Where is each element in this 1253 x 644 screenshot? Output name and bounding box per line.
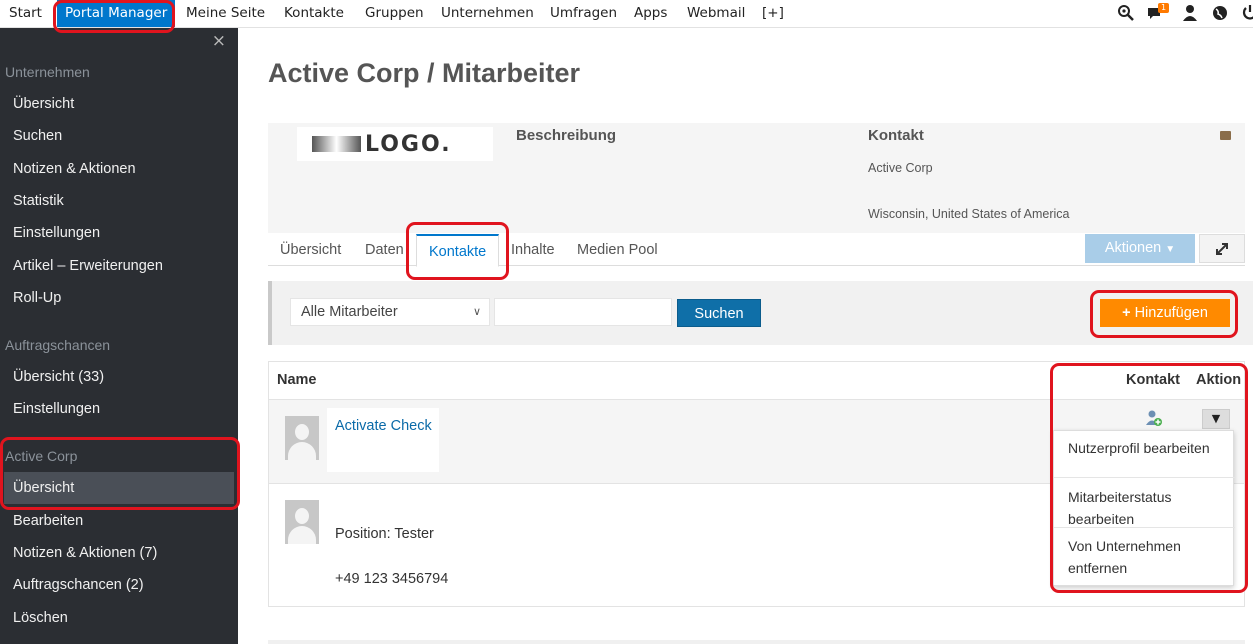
sidebar-item-einstellungen[interactable]: Einstellungen bbox=[0, 217, 238, 249]
actions-label: Aktionen bbox=[1104, 240, 1162, 256]
sidebar-item-suchen[interactable]: Suchen bbox=[0, 120, 238, 152]
notification-badge: 1 bbox=[1158, 3, 1170, 13]
actions-button[interactable]: Aktionen ▼ bbox=[1085, 234, 1195, 263]
bottom-panel bbox=[268, 640, 1245, 644]
column-aktion: Aktion bbox=[1196, 372, 1242, 388]
expand-icon bbox=[1216, 243, 1228, 255]
tab-medien-pool[interactable]: Medien Pool bbox=[577, 242, 658, 258]
nav-portal-manager[interactable]: Portal Manager bbox=[57, 0, 176, 27]
nav-kontakte[interactable]: Kontakte bbox=[284, 0, 344, 27]
nav-meine-seite[interactable]: Meine Seite bbox=[186, 0, 265, 27]
sidebar-item-corp-auftrag[interactable]: Auftragschancen (2) bbox=[0, 569, 238, 601]
briefcase-icon[interactable] bbox=[1220, 131, 1231, 140]
search-input[interactable] bbox=[494, 298, 672, 326]
expand-button[interactable] bbox=[1199, 234, 1245, 263]
search-button[interactable]: Suchen bbox=[677, 299, 761, 327]
nav-webmail[interactable]: Webmail bbox=[687, 0, 745, 27]
sidebar: × Unternehmen Übersicht Suchen Notizen &… bbox=[0, 28, 238, 644]
chevron-down-icon: ▼ bbox=[1165, 244, 1176, 255]
sidebar-group-active-corp: Active Corp bbox=[5, 448, 78, 464]
column-kontakt: Kontakt bbox=[1126, 372, 1180, 388]
employee-name-link[interactable]: Activate Check bbox=[335, 418, 432, 434]
chevron-down-icon: ▼ bbox=[1211, 412, 1221, 425]
nav-gruppen[interactable]: Gruppen bbox=[365, 0, 424, 27]
tab-bar: Übersicht Daten Kontakte Inhalte Medien … bbox=[268, 234, 1245, 267]
page-title: Active Corp / Mitarbeiter bbox=[268, 58, 581, 88]
tab-inhalte[interactable]: Inhalte bbox=[511, 242, 555, 258]
column-name[interactable]: Name bbox=[277, 372, 317, 388]
sidebar-item-corp-uebersicht[interactable]: Übersicht bbox=[4, 472, 234, 504]
tab-kontakte[interactable]: Kontakte bbox=[416, 234, 500, 267]
sidebar-item-rollup[interactable]: Roll-Up bbox=[0, 282, 238, 314]
sidebar-item-statistik[interactable]: Statistik bbox=[0, 185, 238, 217]
nav-unternehmen[interactable]: Unternehmen bbox=[441, 0, 534, 27]
company-logo: LOGO. bbox=[297, 127, 493, 161]
description-label: Beschreibung bbox=[516, 127, 617, 144]
employee-position: Position: Tester bbox=[335, 526, 434, 542]
add-button[interactable]: + Hinzufügen bbox=[1100, 299, 1230, 327]
avatar bbox=[285, 500, 319, 544]
sidebar-item-corp-notizen[interactable]: Notizen & Aktionen (7) bbox=[0, 537, 238, 569]
sidebar-item-uebersicht[interactable]: Übersicht bbox=[0, 88, 238, 120]
row-action-menu: Nutzerprofil bearbeiten Mitarbeiterstatu… bbox=[1053, 430, 1235, 586]
logo-mark bbox=[312, 136, 361, 152]
sidebar-item-auftrag-uebersicht[interactable]: Übersicht (33) bbox=[0, 361, 238, 393]
menu-item-remove[interactable]: Von Unternehmen entfernen bbox=[1054, 535, 1235, 579]
tab-daten[interactable]: Daten bbox=[365, 242, 404, 258]
add-label: Hinzufügen bbox=[1134, 305, 1208, 321]
sidebar-item-bearbeiten[interactable]: Bearbeiten bbox=[0, 505, 238, 537]
nav-apps[interactable]: Apps bbox=[634, 0, 667, 27]
sidebar-group-auftragschancen: Auftragschancen bbox=[5, 337, 111, 353]
logo-text: LOGO. bbox=[365, 132, 452, 157]
company-profile: LOGO. Beschreibung Kontakt Active Corp W… bbox=[268, 123, 1245, 233]
search-icon[interactable] bbox=[1117, 4, 1135, 22]
tab-uebersicht[interactable]: Übersicht bbox=[280, 242, 341, 258]
name-card: Activate Check bbox=[327, 408, 439, 472]
power-icon[interactable] bbox=[1241, 4, 1253, 22]
table-header: Name Kontakt Aktion bbox=[269, 362, 1244, 400]
employee-phone: +49 123 3456794 bbox=[335, 571, 449, 587]
menu-item-edit-profile[interactable]: Nutzerprofil bearbeiten bbox=[1054, 437, 1235, 459]
row-action-toggle[interactable]: ▼ bbox=[1202, 409, 1230, 429]
employee-filter-value: Alle Mitarbeiter bbox=[301, 304, 398, 320]
chevron-down-icon: ∨ bbox=[472, 306, 481, 318]
sidebar-item-notizen[interactable]: Notizen & Aktionen bbox=[0, 153, 238, 185]
add-contact-icon[interactable] bbox=[1145, 409, 1163, 427]
chat-icon[interactable]: 1 bbox=[1147, 3, 1170, 22]
nav-umfragen[interactable]: Umfragen bbox=[550, 0, 617, 27]
sidebar-item-loeschen[interactable]: Löschen bbox=[0, 602, 238, 634]
nav-start[interactable]: Start bbox=[9, 0, 42, 27]
main-content: Active Corp / Mitarbeiter LOGO. Beschrei… bbox=[238, 28, 1253, 644]
sidebar-group-unternehmen: Unternehmen bbox=[5, 64, 90, 80]
menu-item-edit-status[interactable]: Mitarbeiterstatus bearbeiten bbox=[1054, 486, 1235, 530]
contact-label: Kontakt bbox=[868, 127, 924, 144]
plus-icon: + bbox=[1122, 305, 1131, 321]
user-icon[interactable] bbox=[1181, 4, 1199, 22]
top-navigation: Start Portal Manager Meine Seite Kontakt… bbox=[0, 0, 1253, 28]
company-location: Wisconsin, United States of America bbox=[868, 207, 1070, 221]
avatar bbox=[285, 416, 319, 460]
filter-bar: Alle Mitarbeiter ∨ Suchen + Hinzufügen bbox=[268, 281, 1253, 345]
globe-icon[interactable] bbox=[1211, 4, 1229, 22]
nav-add-tab[interactable]: [+] bbox=[762, 0, 784, 27]
close-icon[interactable]: × bbox=[212, 31, 226, 51]
sidebar-item-auftrag-einstellungen[interactable]: Einstellungen bbox=[0, 393, 238, 425]
employee-filter-select[interactable]: Alle Mitarbeiter ∨ bbox=[290, 298, 490, 326]
sidebar-item-artikel[interactable]: Artikel – Erweiterungen bbox=[0, 250, 238, 282]
company-name: Active Corp bbox=[868, 161, 933, 175]
